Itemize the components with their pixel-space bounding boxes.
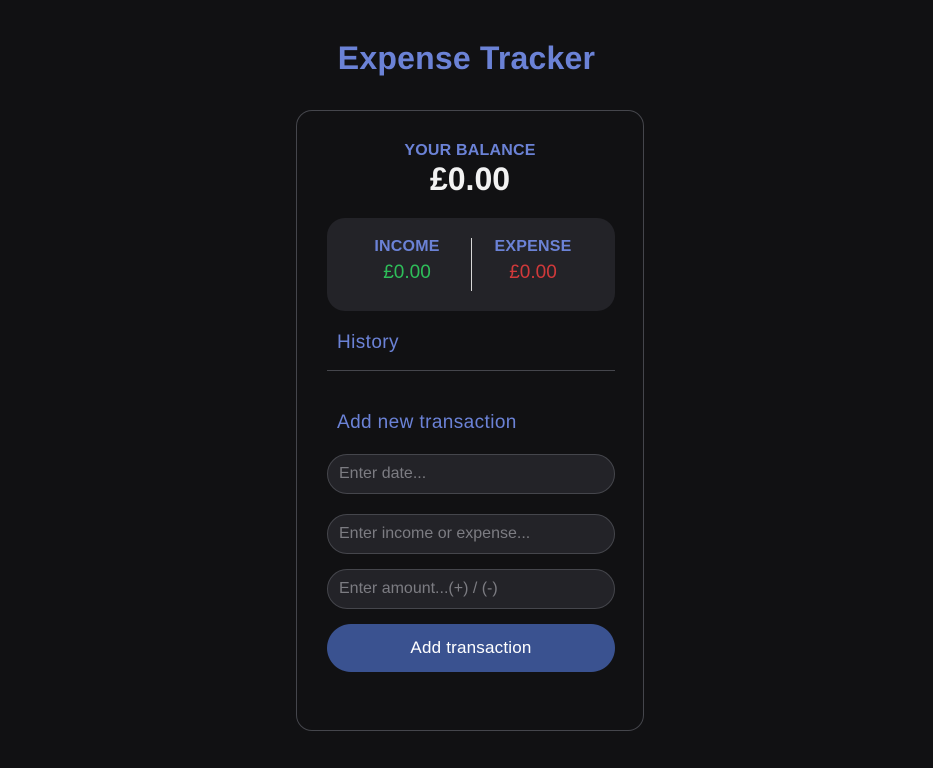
add-transaction-heading: Add new transaction — [337, 412, 517, 433]
income-value: £0.00 — [383, 262, 431, 283]
add-transaction-button[interactable]: Add transaction — [327, 624, 615, 672]
income-expense-summary: INCOME £0.00 EXPENSE £0.00 — [327, 218, 615, 311]
history-divider — [327, 370, 615, 371]
page: Expense Tracker YOUR BALANCE £0.00 INCOM… — [0, 0, 933, 768]
tracker-card: YOUR BALANCE £0.00 INCOME £0.00 EXPENSE … — [296, 110, 644, 731]
history-heading: History — [337, 332, 399, 353]
income-summary: INCOME £0.00 — [335, 238, 479, 284]
description-input[interactable] — [327, 514, 615, 554]
app-title: Expense Tracker — [337, 40, 596, 76]
date-input[interactable] — [327, 454, 615, 494]
balance-value: £0.00 — [429, 161, 511, 197]
expense-summary: EXPENSE £0.00 — [461, 238, 605, 284]
amount-input[interactable] — [327, 569, 615, 609]
income-label: INCOME — [374, 238, 440, 255]
balance-label: YOUR BALANCE — [404, 142, 536, 159]
expense-label: EXPENSE — [494, 238, 572, 255]
expense-value: £0.00 — [509, 262, 557, 283]
